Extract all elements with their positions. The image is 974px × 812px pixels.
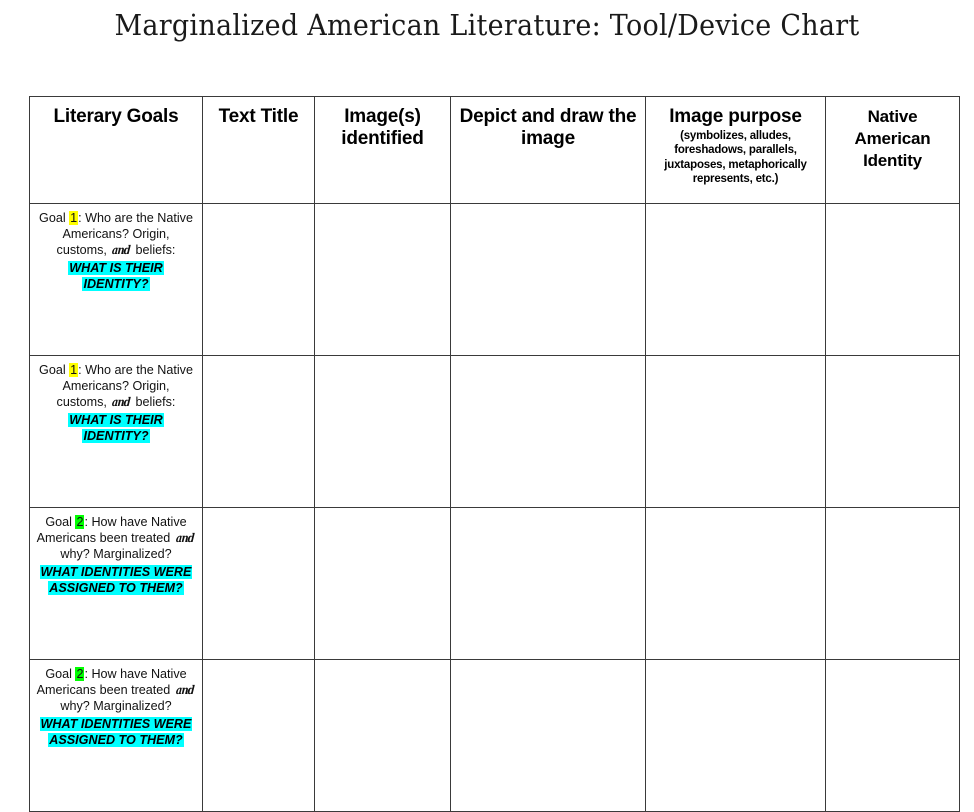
column-header-depict-and-draw: Depict and draw the image (450, 96, 646, 204)
column-header-label: Image purpose (669, 106, 802, 127)
goal-statement: Goal 1: Who are the Native Americans? Or… (39, 211, 193, 257)
goal-statement: Goal 2: How have Native Americans been t… (36, 667, 195, 713)
cell-depict-and-draw[interactable] (450, 355, 646, 508)
goal-identity-question: WHAT IDENTITIES WERE ASSIGNED TO THEM? (39, 564, 193, 595)
column-header-label: Literary Goals (53, 106, 179, 127)
cell-image-purpose[interactable] (645, 507, 826, 660)
tool-device-chart: Literary Goals Text Title Image(s) ident… (29, 96, 960, 812)
goal-identity-question: WHAT IS THEIR IDENTITY? (68, 260, 164, 291)
column-header-native-american-identity: Native American Identity (825, 96, 960, 204)
goal-statement: Goal 1: Who are the Native Americans? Or… (39, 363, 193, 409)
goal-number-highlight: 2 (75, 667, 85, 681)
goal-number-highlight: 1 (69, 211, 79, 225)
goal-number-highlight: 1 (69, 363, 79, 377)
cell-image-purpose[interactable] (645, 203, 826, 356)
table-row: Goal 1: Who are the Native Americans? Or… (29, 203, 960, 356)
cell-native-american-identity[interactable] (825, 203, 960, 356)
column-header-image-purpose: Image purpose (symbolizes, alludes, fore… (645, 96, 826, 204)
column-header-label: Image(s) identified (341, 106, 424, 150)
cell-native-american-identity[interactable] (825, 659, 960, 812)
goal-identity-question: WHAT IS THEIR IDENTITY? (68, 412, 164, 443)
cell-images-identified[interactable] (314, 659, 451, 812)
column-header-label: Depict and draw the image (459, 106, 637, 150)
cell-literary-goal: Goal 1: Who are the Native Americans? Or… (29, 355, 203, 508)
column-header-label: Text Title (218, 106, 299, 127)
script-and-glyph: and (175, 530, 195, 545)
table-row: Goal 1: Who are the Native Americans? Or… (29, 355, 960, 508)
column-header-literary-goals: Literary Goals (29, 96, 203, 204)
cell-image-purpose[interactable] (645, 355, 826, 508)
cell-depict-and-draw[interactable] (450, 507, 646, 660)
table-body: Goal 1: Who are the Native Americans? Or… (29, 203, 960, 812)
goal-number-highlight: 2 (75, 515, 85, 529)
cell-literary-goal: Goal 1: Who are the Native Americans? Or… (29, 203, 203, 356)
page-title: Marginalized American Literature: Tool/D… (114, 8, 860, 42)
cell-images-identified[interactable] (314, 355, 451, 508)
cell-text-title[interactable] (202, 355, 315, 508)
cell-images-identified[interactable] (314, 507, 451, 660)
goal-identity-question: WHAT IDENTITIES WERE ASSIGNED TO THEM? (39, 716, 193, 747)
cell-depict-and-draw[interactable] (450, 203, 646, 356)
cell-literary-goal: Goal 2: How have Native Americans been t… (29, 507, 203, 660)
column-header-label: Native American Identity (854, 107, 931, 170)
script-and-glyph: and (111, 394, 131, 409)
table-row: Goal 2: How have Native Americans been t… (29, 659, 960, 812)
column-header-images-identified: Image(s) identified (314, 96, 451, 204)
cell-literary-goal: Goal 2: How have Native Americans been t… (29, 659, 203, 812)
chart-table: Literary Goals Text Title Image(s) ident… (29, 96, 960, 812)
cell-text-title[interactable] (202, 659, 315, 812)
goal-statement: Goal 2: How have Native Americans been t… (36, 515, 195, 561)
script-and-glyph: and (111, 242, 131, 257)
table-header-row: Literary Goals Text Title Image(s) ident… (29, 96, 960, 204)
cell-depict-and-draw[interactable] (450, 659, 646, 812)
script-and-glyph: and (175, 682, 195, 697)
column-header-text-title: Text Title (202, 96, 315, 204)
cell-text-title[interactable] (202, 203, 315, 356)
table-row: Goal 2: How have Native Americans been t… (29, 507, 960, 660)
cell-images-identified[interactable] (314, 203, 451, 356)
column-header-sublabel: (symbolizes, alludes, foreshadows, paral… (664, 130, 807, 185)
cell-native-american-identity[interactable] (825, 355, 960, 508)
cell-image-purpose[interactable] (645, 659, 826, 812)
cell-text-title[interactable] (202, 507, 315, 660)
cell-native-american-identity[interactable] (825, 507, 960, 660)
